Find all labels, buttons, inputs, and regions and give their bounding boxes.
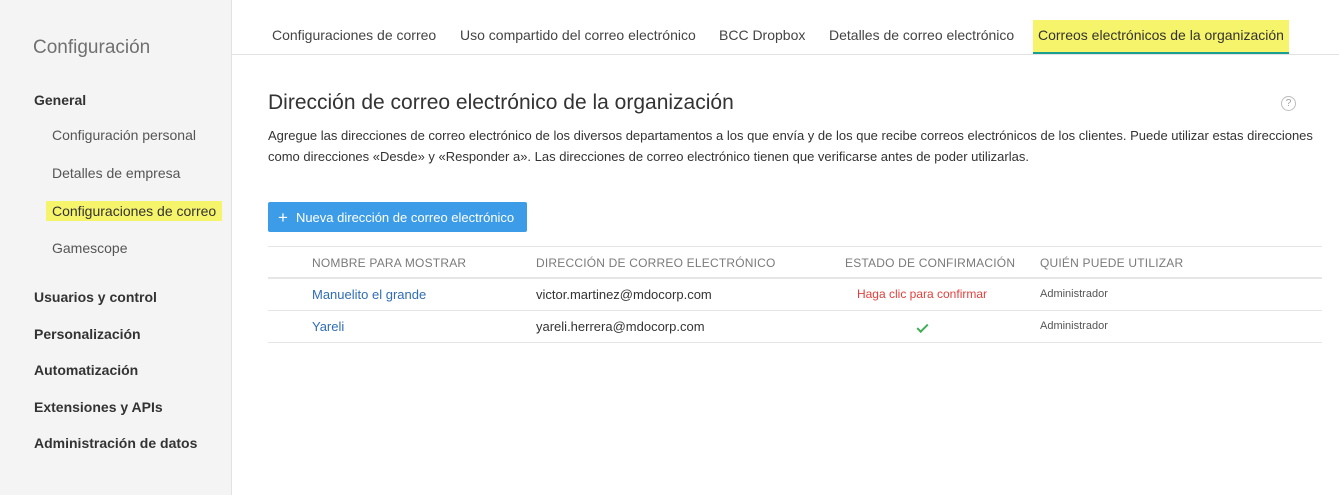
tab-bar: Configuraciones de correo Uso compartido… <box>232 0 1339 55</box>
tab-mail-settings[interactable]: Configuraciones de correo <box>272 27 436 43</box>
add-email-button-label: Nueva dirección de correo electrónico <box>295 209 515 225</box>
plus-icon: + <box>278 207 288 227</box>
sidebar-item-gamescope[interactable]: Gamescope <box>52 240 127 256</box>
column-header-email[interactable]: DIRECCIÓN DE CORREO ELECTRÓNICO <box>536 256 776 270</box>
column-header-status[interactable]: ESTADO DE CONFIRMACIÓN <box>845 256 1015 270</box>
add-email-button[interactable]: + Nueva dirección de correo electrónico <box>268 202 528 232</box>
table-row[interactable]: Yareli yareli.herrera@mdocorp.com Admini… <box>268 311 1322 343</box>
row-who: Administrador <box>1040 288 1108 300</box>
tab-bcc-dropbox[interactable]: BCC Dropbox <box>719 27 805 43</box>
sidebar-item-mail-settings[interactable]: Configuraciones de correo <box>46 201 223 221</box>
column-header-display-name[interactable]: NOMBRE PARA MOSTRAR <box>312 256 466 270</box>
table-row[interactable]: Manuelito el grande victor.martinez@mdoc… <box>268 279 1322 311</box>
row-display-name[interactable]: Yareli <box>312 319 344 334</box>
check-icon <box>915 320 929 334</box>
sidebar-item-personal-settings[interactable]: Configuración personal <box>52 127 196 143</box>
column-header-who[interactable]: QUIÉN PUEDE UTILIZAR <box>1040 256 1183 270</box>
page-title: Dirección de correo electrónico de la or… <box>268 91 734 114</box>
sidebar-section-data-admin[interactable]: Administración de datos <box>34 435 197 451</box>
page-description: Agregue las direcciones de correo electr… <box>268 128 1313 164</box>
row-status <box>845 319 999 334</box>
sidebar-item-company-details[interactable]: Detalles de empresa <box>52 165 180 181</box>
row-who: Administrador <box>1040 320 1108 332</box>
table-header: NOMBRE PARA MOSTRAR DIRECCIÓN DE CORREO … <box>268 246 1322 279</box>
sidebar-section-customization[interactable]: Personalización <box>34 326 141 342</box>
help-icon[interactable]: ? <box>1281 96 1296 111</box>
row-email: victor.martinez@mdocorp.com <box>536 287 712 302</box>
sidebar-section-users[interactable]: Usuarios y control <box>34 289 157 305</box>
sidebar-title: Configuración <box>33 37 151 58</box>
email-table: NOMBRE PARA MOSTRAR DIRECCIÓN DE CORREO … <box>268 246 1322 343</box>
tab-mail-sharing[interactable]: Uso compartido del correo electrónico <box>460 27 696 43</box>
sidebar-section-general[interactable]: General <box>34 92 86 108</box>
confirm-link[interactable]: Haga clic para confirmar <box>845 287 999 301</box>
tab-mail-details[interactable]: Detalles de correo electrónico <box>829 27 1014 43</box>
sidebar-section-extensions[interactable]: Extensiones y APIs <box>34 399 163 415</box>
tab-org-emails[interactable]: Correos electrónicos de la organización <box>1033 20 1289 54</box>
row-email: yareli.herrera@mdocorp.com <box>536 319 705 334</box>
sidebar-section-automation[interactable]: Automatización <box>34 362 138 378</box>
sidebar: Configuración General Configuración pers… <box>0 0 232 495</box>
row-display-name[interactable]: Manuelito el grande <box>312 287 426 302</box>
